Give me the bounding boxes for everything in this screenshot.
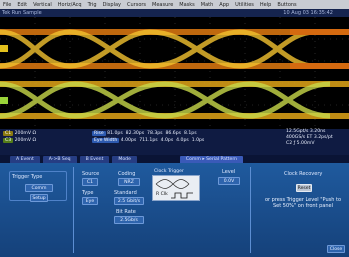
menu-masks[interactable]: Masks: [179, 2, 194, 8]
tab-comm[interactable]: Comm ▸ Serial Pattern: [179, 155, 244, 163]
type-dropdown[interactable]: Eye: [82, 197, 98, 205]
acq-settings-3: C2 ƒ 5.00mV: [286, 141, 315, 146]
ch3-term: Ω: [32, 138, 36, 143]
menu-bar: File Edit Vertical Horiz/Acq Trig Displa…: [0, 0, 349, 9]
menu-horiz-acq[interactable]: Horiz/Acq: [58, 2, 82, 8]
trigger-setup-panel: Trigger Type Comm Setup Source C1 Type E…: [0, 163, 349, 257]
menu-app[interactable]: App: [219, 2, 229, 8]
meas-value: 4.0ps: [160, 138, 174, 143]
menu-utilities[interactable]: Utilities: [235, 2, 254, 8]
ch3-label: C3: [3, 138, 14, 143]
meas-value: 4.00ps: [120, 138, 137, 143]
tab-mode[interactable]: Mode: [112, 155, 137, 163]
close-button[interactable]: Close: [327, 245, 345, 253]
menu-buttons[interactable]: Buttons: [277, 2, 296, 8]
ch1-scale: 200mV: [14, 131, 31, 136]
menu-math[interactable]: Math: [201, 2, 214, 8]
measurement-row-eye-width[interactable]: Eye Width 4.00ps 711.1ps 4.0ps 4.0ps 1.0…: [92, 138, 204, 143]
level-label: Level: [222, 169, 236, 175]
coding-dropdown[interactable]: NRZ: [118, 178, 140, 186]
ch3-readout[interactable]: C3 200mV Ω: [3, 138, 36, 143]
waveform-display[interactable]: [0, 17, 349, 129]
panel-divider: [73, 167, 74, 253]
ch1-marker[interactable]: [0, 45, 8, 52]
tab-a-b-seq[interactable]: A->B Seq: [42, 155, 77, 163]
reset-button[interactable]: Reset: [296, 184, 312, 192]
meas-value: 82.30ps: [125, 131, 145, 136]
trigger-type-dropdown[interactable]: Comm: [25, 184, 53, 192]
standard-dropdown[interactable]: 2.5 Gbit/s: [114, 197, 144, 205]
panel-divider: [250, 167, 251, 253]
source-dropdown[interactable]: C1: [82, 178, 98, 186]
menu-display[interactable]: Display: [103, 2, 121, 8]
ch1-term: Ω: [32, 131, 36, 136]
bitrate-field[interactable]: 2.5Gb/s: [114, 216, 144, 224]
trigger-type-label: Trigger Type: [12, 174, 43, 180]
level-field[interactable]: 0.0V: [218, 177, 240, 185]
meas-value: 81.0ps: [107, 131, 123, 136]
trigger-setup-button[interactable]: Setup: [30, 194, 48, 202]
menu-measure[interactable]: Measure: [152, 2, 173, 8]
meas-value: 1.0ps: [191, 138, 205, 143]
menu-vertical[interactable]: Vertical: [33, 2, 52, 8]
clock-trigger-diagram: R Clk: [152, 175, 200, 201]
standard-label: Standard: [114, 190, 137, 196]
acq-status: Tek Run Sample: [2, 10, 42, 16]
clock-recovery-hint: or press Trigger Level "Push to Set 50%"…: [264, 197, 342, 209]
menu-help[interactable]: Help: [260, 2, 271, 8]
eye-diagram-graticule: [0, 17, 349, 129]
type-label: Type: [82, 190, 94, 196]
coding-label: Coding: [118, 171, 136, 177]
menu-edit[interactable]: Edit: [17, 2, 27, 8]
clock-waveform-icon: [155, 179, 193, 199]
datetime: 10 Aug 03 16:35:42: [283, 10, 333, 16]
clock-recovery-label: Clock Recovery: [284, 171, 323, 177]
oscilloscope-app: File Edit Vertical Horiz/Acq Trig Displa…: [0, 0, 349, 257]
menu-trig[interactable]: Trig: [88, 2, 97, 8]
rclk-label: R Clk: [156, 192, 168, 197]
ch1-label: C1: [3, 131, 14, 136]
meas-name: Eye Width: [92, 138, 120, 143]
meas-value: 86.6ps: [165, 131, 182, 136]
source-label: Source: [82, 171, 100, 177]
menu-file[interactable]: File: [3, 2, 11, 8]
meas-value: 78.3ps: [147, 131, 163, 136]
meas-value: 4.0ps: [176, 138, 189, 143]
ch1-readout[interactable]: C1 200mV Ω: [3, 131, 36, 136]
measurement-readouts: C1 200mV Ω C3 200mV Ω Rise 81.0ps 82.30p…: [0, 129, 349, 155]
bitrate-label: Bit Rate: [116, 209, 136, 215]
ch3-marker[interactable]: [0, 97, 8, 104]
measurement-row-rise[interactable]: Rise 81.0ps 82.30ps 78.3ps 86.6ps 8.1ps: [92, 131, 197, 136]
ch3-scale: 200mV: [14, 138, 31, 143]
acq-settings-2: 400GS/s ET 3.2ps/pt: [286, 135, 333, 140]
bottom-eye-trace: [0, 81, 349, 119]
menu-cursors[interactable]: Cursors: [127, 2, 146, 8]
clock-trigger-label: Clock Trigger: [154, 169, 184, 174]
trigger-tabs: A Event A->B Seq B Event Mode Comm ▸ Ser…: [0, 155, 349, 163]
meas-value: 8.1ps: [183, 131, 197, 136]
acq-settings-1: 12.5Gpt/s 3.20ns: [286, 129, 326, 134]
top-eye-trace: [0, 29, 349, 69]
tab-b-event[interactable]: B Event: [79, 155, 110, 163]
status-toolbar: Tek Run Sample 10 Aug 03 16:35:42: [0, 9, 349, 17]
meas-value: 711.1ps: [139, 138, 158, 143]
tab-a-event[interactable]: A Event: [10, 155, 40, 163]
meas-name: Rise: [92, 131, 106, 136]
